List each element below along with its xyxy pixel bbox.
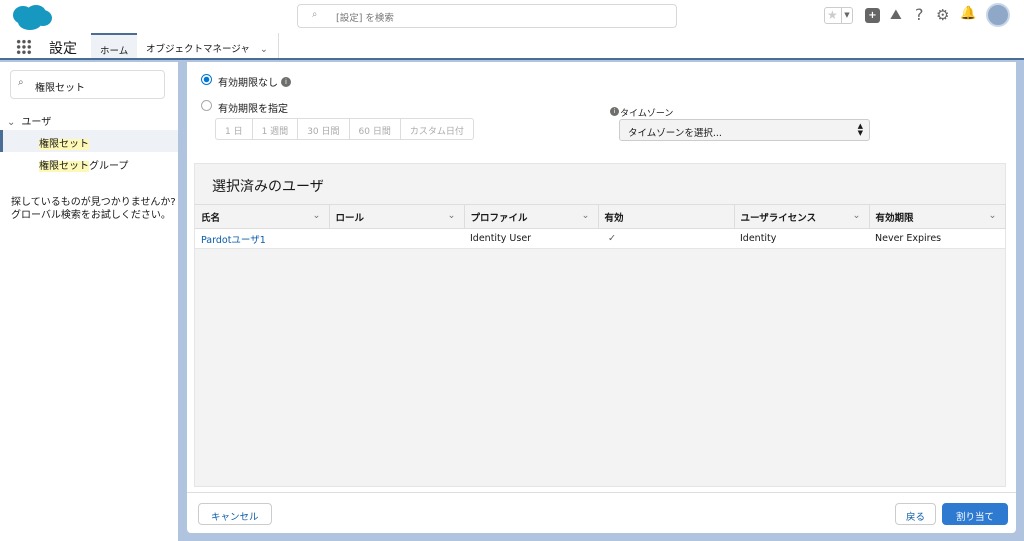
global-add-icon[interactable]: + xyxy=(865,8,880,23)
footer-divider xyxy=(187,492,1016,493)
no-expiry-label: 有効期限なし xyxy=(218,78,278,89)
duration-60-days[interactable]: 60 日間 xyxy=(350,119,401,139)
duration-1-week[interactable]: 1 週間 xyxy=(253,119,299,139)
back-button[interactable]: 戻る xyxy=(895,503,937,525)
quick-find-input[interactable]: ⌕ 権限セット xyxy=(10,70,165,99)
chevron-down-icon[interactable]: ⌄ xyxy=(260,44,268,55)
sidebar-item-permission-sets[interactable]: 権限セット xyxy=(0,130,178,152)
trailhead-icon[interactable]: ⛰ xyxy=(890,7,902,23)
duration-button-group: 1 日 1 週間 30 日間 60 日間 カスタム日付 xyxy=(215,118,474,140)
duration-custom-date[interactable]: カスタム日付 xyxy=(401,119,473,139)
favorites-star-icon[interactable]: ★ ▼ xyxy=(824,7,853,24)
column-header-expires[interactable]: 有効期限 ⌄ xyxy=(869,204,1006,229)
chevron-down-icon: ⌄ xyxy=(7,117,16,128)
user-license: Identity xyxy=(734,228,869,249)
column-header-license[interactable]: ユーザライセンス ⌄ xyxy=(734,204,870,229)
info-icon[interactable]: i xyxy=(281,77,291,87)
user-role xyxy=(329,228,464,249)
help-icon[interactable]: ? xyxy=(915,5,924,24)
duration-30-days[interactable]: 30 日間 xyxy=(298,119,350,139)
column-header-active[interactable]: 有効 xyxy=(598,204,735,229)
column-header-role[interactable]: ロール ⌄ xyxy=(329,204,465,229)
column-header-name[interactable]: 氏名 ⌄ xyxy=(195,204,330,229)
info-icon[interactable]: i xyxy=(610,107,619,116)
chevron-down-icon[interactable]: ⌄ xyxy=(582,210,590,221)
active-check-icon: ✓ xyxy=(598,228,734,249)
table-header-row: 氏名 ⌄ ロール ⌄ プロファイル ⌄ 有効 ユーザライセンス ⌄ 有効期限 ⌄ xyxy=(195,204,1006,229)
tree-group-users[interactable]: ⌄ ユーザ xyxy=(7,113,51,128)
chevron-down-icon[interactable]: ⌄ xyxy=(313,210,321,221)
app-launcher-icon[interactable] xyxy=(16,39,32,55)
select-arrows-icon: ▲ ▼ xyxy=(857,122,863,137)
sidebar-item-permission-set-groups[interactable]: 権限セットグループ xyxy=(39,157,128,172)
timezone-select[interactable]: タイムゾーンを選択... ▲ ▼ xyxy=(619,119,870,141)
salesforce-logo-icon[interactable] xyxy=(10,4,53,31)
setup-gear-icon[interactable]: ⚙ xyxy=(936,6,949,24)
no-expiry-radio[interactable] xyxy=(201,74,212,85)
user-name-link[interactable]: Pardotユーザ1 xyxy=(195,228,329,249)
table-row: Pardotユーザ1 Identity User ✓ Identity Neve… xyxy=(195,228,1005,249)
specify-expiry-label: 有効期限を指定 xyxy=(218,104,288,115)
search-icon: ⌕ xyxy=(312,9,318,20)
global-header: ⌕ [設定] を検索 ★ ▼ + ⛰ ? ⚙ 🔔 xyxy=(0,0,1024,33)
tab-home[interactable]: ホーム xyxy=(91,33,138,58)
user-profile: Identity User xyxy=(464,228,598,249)
chevron-down-icon[interactable]: ⌄ xyxy=(448,210,456,221)
column-header-profile[interactable]: プロファイル ⌄ xyxy=(464,204,599,229)
setup-sidebar: ⌕ 権限セット ⌄ ユーザ 権限セット 権限セットグループ 探しているものが見つかり… xyxy=(0,62,178,541)
selected-users-title: 選択済みのユーザ xyxy=(212,179,324,195)
duration-1-day[interactable]: 1 日 xyxy=(216,119,253,139)
tab-object-manager[interactable]: オブジェクトマネージャ ⌄ xyxy=(137,33,279,58)
assign-button[interactable]: 割り当て xyxy=(942,503,1009,525)
chevron-down-icon[interactable]: ⌄ xyxy=(853,210,861,221)
favorites-dropdown-icon[interactable]: ▼ xyxy=(841,8,852,23)
help-text: 探しているものが見つかりませんか? グローバル検索をお試しください。 xyxy=(11,197,176,221)
selected-users-panel: 選択済みのユーザ 氏名 ⌄ ロール ⌄ プロファイル ⌄ 有効 ユーザライセンス ⌄ 有… xyxy=(194,163,1006,487)
specify-expiry-radio[interactable] xyxy=(201,100,212,111)
user-avatar[interactable] xyxy=(986,3,1010,27)
search-icon: ⌕ xyxy=(18,77,24,88)
global-search-input[interactable]: ⌕ [設定] を検索 xyxy=(297,4,677,28)
app-name: 設定 xyxy=(49,41,77,57)
app-nav-bar: 設定 ホーム オブジェクトマネージャ ⌄ xyxy=(0,33,1024,60)
cancel-button[interactable]: キャンセル xyxy=(198,503,272,525)
selected-users-table: 氏名 ⌄ ロール ⌄ プロファイル ⌄ 有効 ユーザライセンス ⌄ 有効期限 ⌄ Pard… xyxy=(195,204,1006,249)
chevron-down-icon[interactable]: ⌄ xyxy=(989,210,997,221)
user-expires: Never Expires xyxy=(869,228,1005,249)
timezone-label: タイムゾーン xyxy=(620,109,674,119)
notifications-bell-icon[interactable]: 🔔 xyxy=(960,6,976,21)
